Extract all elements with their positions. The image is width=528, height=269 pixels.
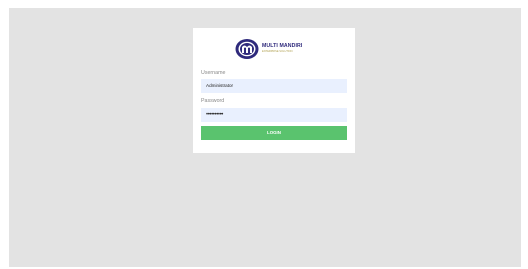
password-label: Password: [201, 98, 225, 104]
brand-logo: MULTI MANDIRI ENTERPRISE SOLUTION: [235, 38, 315, 60]
brand-tagline: ENTERPRISE SOLUTION: [262, 49, 293, 53]
password-field[interactable]: ••••••••••: [201, 108, 347, 122]
login-button[interactable]: LOGIN: [201, 126, 347, 140]
brand-name: MULTI MANDIRI: [262, 43, 303, 49]
username-field[interactable]: Administrator: [201, 79, 347, 93]
username-label: Username: [201, 70, 226, 76]
login-card: MULTI MANDIRI ENTERPRISE SOLUTION Userna…: [193, 28, 355, 153]
brand-emblem-icon: [235, 39, 259, 59]
